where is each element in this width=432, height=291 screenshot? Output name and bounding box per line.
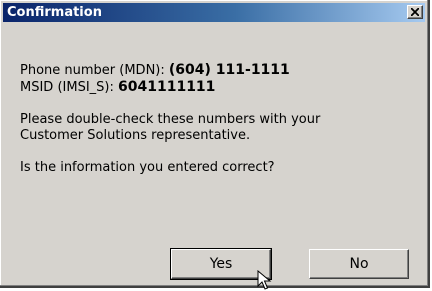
confirmation-dialog: Confirmation Phone number (MDN): (604) 1… [0, 0, 430, 288]
msid-label: MSID (IMSI_S): [20, 80, 118, 95]
close-x-icon [411, 8, 419, 16]
close-button[interactable] [407, 5, 423, 19]
title-bar[interactable]: Confirmation [3, 3, 425, 22]
arrow-cursor-icon [257, 270, 272, 290]
phone-value: (604) 111-1111 [168, 62, 290, 78]
phone-label: Phone number (MDN): [20, 63, 169, 78]
phone-line: Phone number (MDN): (604) 111-1111 [20, 62, 320, 79]
dialog-message: Phone number (MDN): (604) 111-1111 MSID … [20, 62, 320, 176]
msid-value: 6041111111 [118, 79, 216, 95]
confirmation-question: Is the information you entered correct? [20, 160, 275, 175]
yes-button[interactable]: Yes [170, 248, 272, 280]
dialog-title: Confirmation [7, 5, 102, 20]
msid-line: MSID (IMSI_S): 6041111111 [20, 79, 320, 96]
no-button[interactable]: No [309, 249, 409, 279]
advice-line-2: Customer Solutions representative. [20, 128, 251, 143]
advice-line-1: Please double-check these numbers with y… [20, 112, 321, 127]
